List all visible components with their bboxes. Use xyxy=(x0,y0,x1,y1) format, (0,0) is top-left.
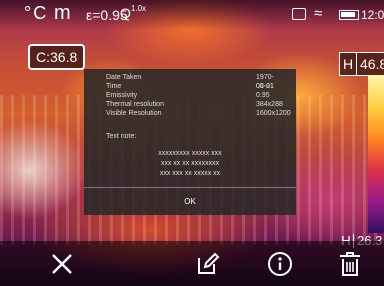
info-row-visible-resolution: Visible Resolution 1600x1200 xyxy=(106,109,291,118)
clock: 12:00 xyxy=(361,8,384,22)
edit-note-button[interactable] xyxy=(186,241,230,286)
info-value: 0.95 xyxy=(256,92,270,99)
measure-mode: m xyxy=(54,2,71,24)
info-value: 1600x1200 xyxy=(256,110,291,117)
center-temp-badge: C:36.8 xyxy=(28,44,86,70)
ok-button[interactable]: OK xyxy=(84,188,296,215)
text-note-label: Text note: xyxy=(106,133,137,140)
color-scale-bar xyxy=(368,75,384,233)
info-button[interactable] xyxy=(258,241,302,286)
high-temp-badge: H 46.8 xyxy=(339,52,384,76)
close-icon xyxy=(52,253,72,274)
info-key: Date Taken xyxy=(106,74,142,81)
text-note-line: xxx xxx xx xxxxx xx xyxy=(159,170,221,177)
info-icon xyxy=(268,251,292,276)
info-row-date: Date Taken 1970-01-01 xyxy=(106,73,282,90)
info-key: Visible Resolution xyxy=(106,110,162,117)
wifi-icon: ≈ xyxy=(314,5,323,22)
info-value: 384x288 xyxy=(256,101,283,108)
info-value: 00-21 xyxy=(256,83,274,90)
status-bar: °C m ε=0.95 Q1.0x ≈ 12:00 xyxy=(0,0,384,30)
info-key: Time xyxy=(106,83,122,90)
unit-label: °C xyxy=(24,3,49,23)
text-note-line: xxx xx xx xxxxxxxx xyxy=(160,160,220,167)
bottom-toolbar xyxy=(0,241,384,286)
info-key: Thermal resolution xyxy=(106,101,164,108)
info-row-thermal-resolution: Thermal resolution 384x288 xyxy=(106,100,283,109)
high-label: H xyxy=(340,53,357,75)
info-key: Emissivity xyxy=(106,92,138,99)
close-button[interactable] xyxy=(40,241,84,286)
high-value: 46.8 xyxy=(360,56,384,72)
sd-card-icon xyxy=(292,8,306,20)
zoom-indicator: Q1.0x xyxy=(120,4,147,21)
zoom-icon: Q xyxy=(120,5,131,21)
trash-icon xyxy=(340,251,360,276)
info-row-emissivity: Emissivity 0.95 xyxy=(106,91,282,100)
zoom-level: 1.0x xyxy=(130,4,147,13)
info-row-time: Time 00-21 xyxy=(106,82,282,91)
image-info-dialog: Date Taken 1970-01-01 Time 00-21 Emissiv… xyxy=(84,69,296,215)
text-note-line: xxxxxxxxx xxxxx xxx xyxy=(158,150,222,157)
delete-button[interactable] xyxy=(328,241,372,286)
edit-icon xyxy=(198,252,220,274)
battery-icon xyxy=(339,10,359,20)
